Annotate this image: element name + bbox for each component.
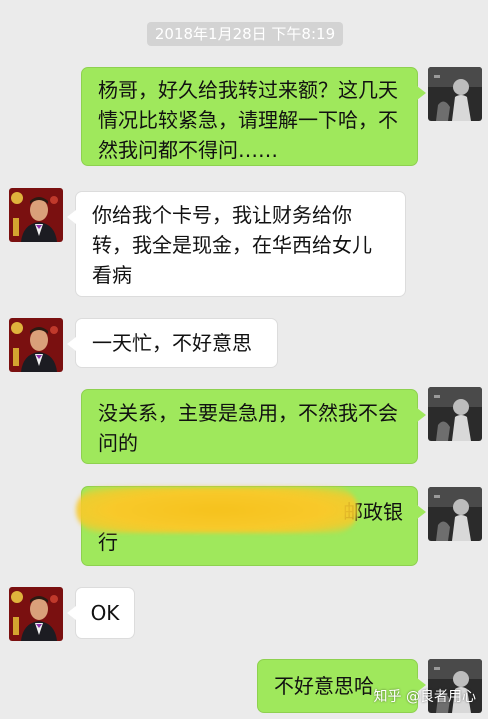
message-bubble-received[interactable]: OK [67,587,135,639]
message-bubble-received[interactable]: 一天忙，不好意思 [67,318,278,368]
message-bubble-sent[interactable]: 没关系，主要是急用，不然我不会问的 [81,389,426,464]
message-bubble-sent[interactable]: 杨哥，好久给我转过来额？这几天情况比较紧急，请理解一下哈，不然我问都不得问…… [81,67,426,166]
self-avatar-icon[interactable] [428,387,482,441]
contact-avatar-icon[interactable] [9,318,63,372]
self-avatar-icon[interactable] [428,67,482,121]
zhihu-watermark: 知乎 @良者用心 [373,689,476,705]
message-bubble-received[interactable]: 你给我个卡号，我让财务给你转，我全是现金，在华西给女儿看病 [67,191,406,297]
contact-avatar-icon[interactable] [9,587,63,641]
contact-avatar-icon[interactable] [9,188,63,242]
redaction-smear [76,487,358,533]
self-avatar-icon[interactable] [428,487,482,541]
timestamp: 2018年1月28日 下午8:19 [147,22,343,46]
